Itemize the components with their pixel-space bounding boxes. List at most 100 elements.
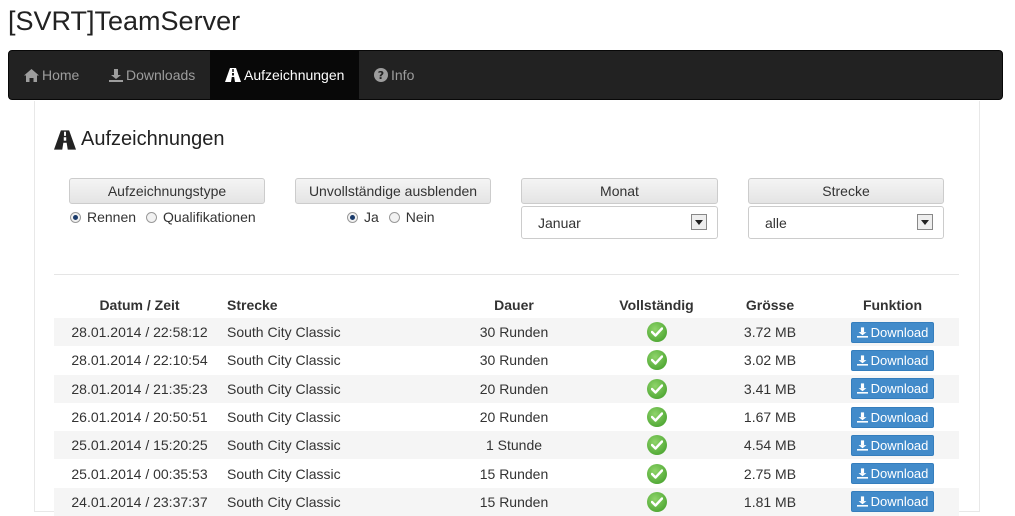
cell-size: 3.72 MB [714,318,826,347]
download-button[interactable]: Download [850,378,935,400]
nav-aufzeichnungen[interactable]: Aufzeichnungen [210,51,360,99]
radio-nein[interactable] [388,211,400,223]
cell-complete [599,374,714,403]
cell-complete [599,487,714,516]
incomplete-filter-button[interactable]: Unvollständige ausblenden [295,178,491,204]
road-icon [225,68,241,82]
track-select[interactable]: alle [748,206,944,239]
download-button-label: Download [870,466,929,482]
cell-size: 1.81 MB [714,487,826,516]
cell-size: 3.02 MB [743,352,797,369]
cell-function: Download [826,374,959,403]
app-title: [SVRT]TeamServer [8,6,241,36]
check-icon [646,463,667,484]
download-icon [856,355,868,366]
download-icon [856,468,868,479]
download-button[interactable]: Download [850,349,935,371]
nav-home-label: Home [42,67,80,83]
cell-duration: 30 Runden [479,352,549,369]
radio-rennen-label: Rennen [87,209,137,225]
cell-datetime: 25.01.2014 / 15:20:25 [54,431,225,460]
cell-complete [599,431,714,460]
month-select-value: Januar [538,215,581,231]
table-row: 28.01.2014 / 22:58:12 South City Classic 3… [54,318,959,347]
section-title: Aufzeichnungen [54,128,224,151]
cell-duration: 15 Runden [429,487,599,516]
download-button-label: Download [870,352,929,368]
cell-track: South City Classic [227,465,341,482]
radio-nein-label: Nein [405,209,435,225]
cell-complete [599,318,714,347]
cell-size: 2.75 MB [743,465,797,482]
cell-datetime: 26.01.2014 / 20:50:51 [71,409,208,426]
header-datetime: Datum / Zeit [99,297,180,313]
cell-size: 4.54 MB [714,431,826,460]
radio-rennen[interactable] [70,211,81,223]
download-icon [856,440,868,451]
recordings-table: Datum / Zeit Strecke Dauer Vollständig G… [54,292,959,516]
download-button[interactable]: Download [850,321,935,343]
svg-text:?: ? [378,69,384,82]
nav-info-label: Info [391,67,415,83]
cell-function: Download [826,346,959,374]
header-track: Strecke [227,297,278,313]
incomplete-radio-group: Ja Nein [347,209,445,225]
table-row: 28.01.2014 / 22:10:54 South City Classic 3… [54,346,959,374]
download-button-label: Download [870,494,929,510]
check-icon [646,350,667,371]
nav-info[interactable]: ? Info [359,51,429,99]
cell-datetime: 28.01.2014 / 22:58:12 [54,318,225,347]
cell-complete [599,346,714,374]
table-row: 26.01.2014 / 20:50:51 South City Classic 2… [54,403,959,431]
header-size: Grösse [745,297,795,313]
check-icon [646,407,667,428]
month-select[interactable]: Januar [521,206,718,239]
month-filter-button[interactable]: Monat [521,178,718,204]
table-row: 25.01.2014 / 15:20:25 South City Classic 1… [54,431,959,460]
cell-track: South City Classic [225,431,429,460]
nav-home[interactable]: Home [9,51,93,99]
table-row: 28.01.2014 / 21:35:23 South City Classic 2… [54,374,959,403]
divider [54,274,959,275]
cell-datetime: 24.01.2014 / 23:37:37 [54,487,225,516]
nav-downloads[interactable]: Downloads [94,51,210,99]
cell-duration: 20 Runden [479,409,549,426]
road-icon [54,129,76,150]
cell-datetime: 28.01.2014 / 22:10:54 [71,352,208,369]
track-filter-button[interactable]: Strecke [748,178,944,204]
type-filter-button[interactable]: Aufzeichnungstype [69,178,265,204]
table-row: 24.01.2014 / 23:37:37 South City Classic 1… [54,487,959,516]
download-button[interactable]: Download [850,434,935,456]
main-navbar: Home Downloads Aufzeichnungen ? Info [8,50,1003,100]
radio-ja[interactable] [347,211,358,223]
cell-function: Download [826,459,959,487]
cell-function: Download [826,318,959,347]
download-button[interactable]: Download [850,491,935,513]
type-radio-group: Rennen Qualifikationen [70,209,266,225]
download-button-label: Download [870,409,929,425]
check-icon [646,491,667,512]
download-button[interactable]: Download [850,406,935,428]
track-select-value: alle [765,215,787,231]
cell-duration: 30 Runden [429,318,599,347]
download-button[interactable]: Download [850,463,935,485]
cell-duration: 1 Stunde [429,431,599,460]
radio-qualifikationen[interactable] [146,211,158,223]
cell-track: South City Classic [225,318,429,347]
cell-datetime: 28.01.2014 / 21:35:23 [54,374,225,403]
question-circle-icon: ? [374,68,388,82]
download-button-label: Download [870,437,929,453]
section-title-label: Aufzeichnungen [81,128,225,150]
nav-downloads-label: Downloads [126,67,196,83]
cell-duration: 15 Runden [479,465,549,482]
cell-track: South City Classic [225,374,429,403]
cell-size: 1.67 MB [743,409,797,426]
table-row: 25.01.2014 / 00:35:53 South City Classic 1… [54,459,959,487]
cell-size: 3.41 MB [714,374,826,403]
cell-track: South City Classic [227,409,341,426]
download-button-label: Download [870,381,929,397]
download-button-label: Download [870,324,929,340]
cell-function: Download [826,487,959,516]
cell-function: Download [826,431,959,460]
cell-duration: 20 Runden [429,374,599,403]
